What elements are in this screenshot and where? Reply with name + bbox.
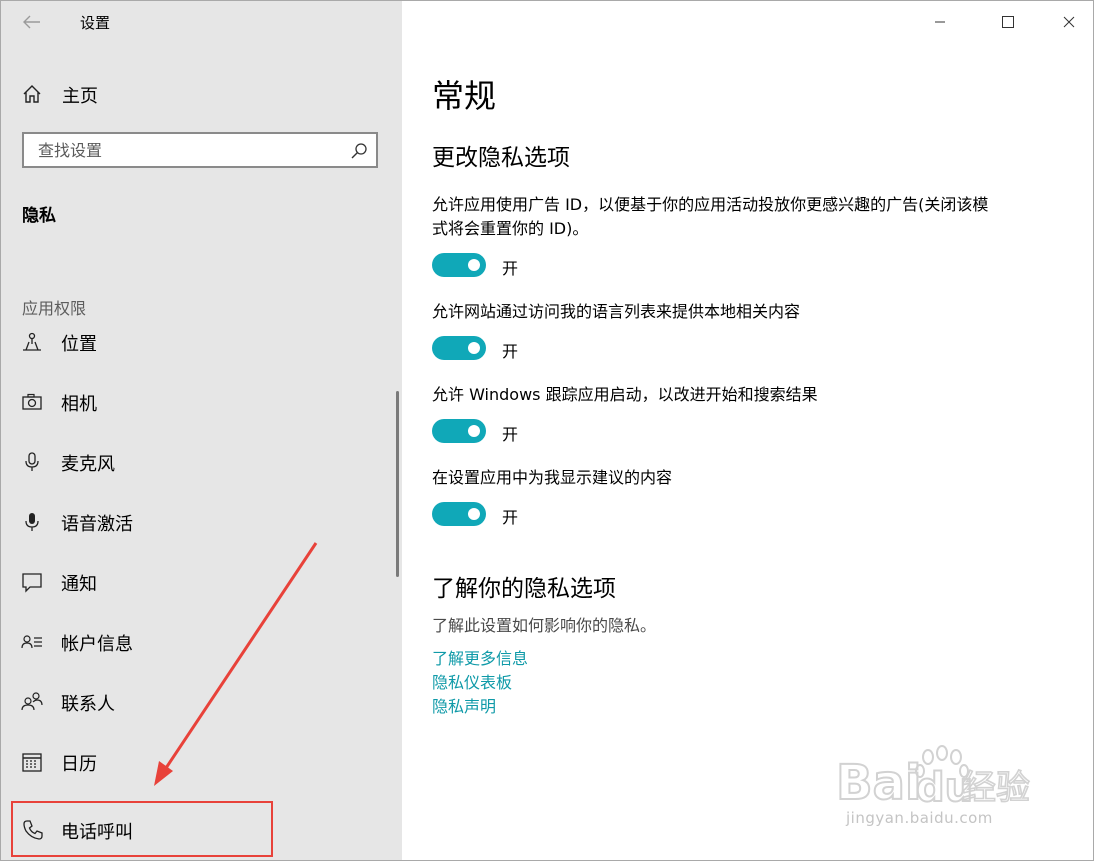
back-button[interactable]: [15, 7, 49, 37]
group-app-permissions-label: 应用权限: [22, 299, 87, 318]
sidebar-item-camera[interactable]: 相机: [1, 381, 402, 441]
notification-icon: [22, 573, 42, 593]
toggle-suggested-content[interactable]: [432, 502, 486, 526]
toggle-state-label: 开: [502, 425, 519, 444]
maximize-button[interactable]: [985, 1, 1031, 43]
toggle-state-label: 开: [502, 508, 519, 527]
account-info-icon: [21, 635, 42, 649]
main-content: 常规 更改隐私选项 允许应用使用广告 ID，以便基于你的应用活动投放你更感兴趣的…: [402, 1, 1093, 860]
microphone-icon: [25, 452, 39, 471]
setting-desc-suggested-content: 在设置应用中为我显示建议的内容: [432, 468, 673, 487]
sidebar-item-voice-activation[interactable]: 语音激活: [1, 501, 402, 561]
sidebar-item-label: 位置: [61, 334, 97, 355]
sidebar-item-label: 日历: [61, 754, 97, 775]
search-icon[interactable]: [350, 142, 368, 160]
sidebar-item-notifications[interactable]: 通知: [1, 561, 402, 621]
back-arrow-icon: [23, 15, 40, 29]
section-privacy-heading: 隐私: [22, 206, 56, 226]
sidebar-item-label: 麦克风: [61, 454, 115, 475]
setting-desc-language-list: 允许网站通过访问我的语言列表来提供本地相关内容: [432, 302, 801, 321]
titlebar-left: 设置: [1, 1, 402, 45]
sidebar-item-label: 帐户信息: [61, 634, 133, 655]
home-icon: [23, 85, 41, 103]
toggle-language-list[interactable]: [432, 336, 486, 360]
nav-home[interactable]: 主页: [1, 73, 402, 113]
minimize-icon: [935, 21, 945, 23]
toggle-ad-id[interactable]: [432, 253, 486, 277]
sidebar-item-microphone[interactable]: 麦克风: [1, 441, 402, 501]
sidebar-item-account-info[interactable]: 帐户信息: [1, 621, 402, 681]
search-input[interactable]: [24, 134, 344, 166]
sidebar-item-calendar[interactable]: 日历: [1, 741, 402, 801]
toggle-state-label: 开: [502, 342, 519, 361]
app-title: 设置: [80, 14, 111, 32]
nav-list: 位置 相机 麦克风 语音激活 通知 帐户信息 联系人 日历 电话呼叫: [1, 321, 402, 857]
calendar-icon: [22, 753, 42, 772]
contacts-icon: [21, 692, 43, 711]
voice-activation-icon: [25, 513, 39, 531]
toggle-knob: [468, 259, 480, 271]
setting-desc-ad-id: 允许应用使用广告 ID，以便基于你的应用活动投放你更感兴趣的广告(关闭该模式将会…: [432, 195, 989, 238]
toggle-knob: [468, 508, 480, 520]
sidebar-item-label: 通知: [61, 574, 97, 595]
location-icon: [23, 332, 41, 351]
link-learn-more[interactable]: 了解更多信息: [432, 645, 528, 669]
section-title-learn-privacy: 了解你的隐私选项: [432, 576, 616, 602]
link-privacy-statement[interactable]: 隐私声明: [432, 693, 496, 717]
sidebar: 设置 主页 隐私 应用权限 位置: [1, 1, 402, 860]
toggle-knob: [468, 425, 480, 437]
toggle-track-app-launch[interactable]: [432, 419, 486, 443]
sidebar-item-label: 联系人: [61, 694, 115, 715]
sidebar-scrollbar[interactable]: [396, 391, 399, 577]
toggle-state-label: 开: [502, 259, 519, 278]
sidebar-item-label: 相机: [61, 394, 97, 415]
sidebar-item-label: 语音激活: [61, 514, 133, 535]
phone-icon: [23, 820, 43, 840]
sidebar-item-phone-calls[interactable]: 电话呼叫: [11, 801, 273, 857]
sidebar-item-location[interactable]: 位置: [1, 321, 402, 381]
learn-privacy-desc: 了解此设置如何影响你的隐私。: [432, 616, 657, 635]
close-button[interactable]: [1046, 1, 1092, 43]
svg-text:Bai: Bai: [836, 755, 921, 811]
sidebar-item-label: 电话呼叫: [61, 822, 133, 843]
page-title: 常规: [432, 77, 497, 115]
link-privacy-dashboard[interactable]: 隐私仪表板: [432, 669, 512, 693]
setting-desc-track-app-launch: 允许 Windows 跟踪应用启动，以改进开始和搜索结果: [432, 385, 818, 404]
camera-icon: [22, 393, 42, 410]
toggle-knob: [468, 342, 480, 354]
section-title-change-privacy: 更改隐私选项: [432, 145, 570, 171]
svg-text:经验: 经验: [962, 768, 1030, 808]
nav-home-label: 主页: [62, 86, 98, 107]
close-icon: [1063, 16, 1075, 28]
search-box[interactable]: [22, 132, 378, 168]
baidu-jingyan-watermark-logo: Bai du 经验: [836, 745, 1031, 812]
watermark-url: jingyan.baidu.com: [846, 809, 993, 827]
sidebar-item-contacts[interactable]: 联系人: [1, 681, 402, 741]
maximize-icon: [1002, 16, 1014, 28]
minimize-button[interactable]: [917, 1, 963, 43]
settings-window: 设置 主页 隐私 应用权限 位置: [0, 0, 1094, 861]
